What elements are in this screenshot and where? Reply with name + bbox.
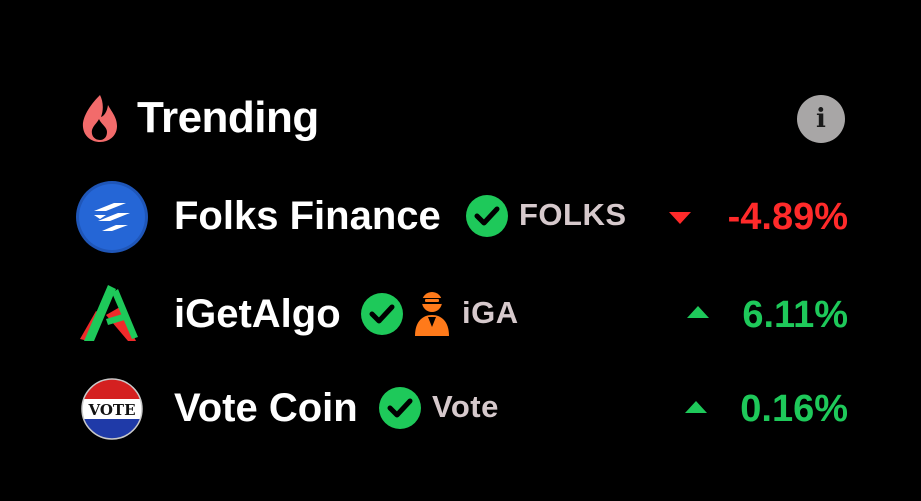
info-button[interactable]: i bbox=[797, 95, 845, 143]
vote-logo-text: VOTE bbox=[87, 401, 135, 419]
token-name: Vote Coin bbox=[174, 386, 358, 430]
verified-check-icon bbox=[361, 293, 403, 335]
trending-row-vote-coin[interactable]: VOTE Vote Coin Vote 0.16% bbox=[76, 373, 848, 445]
verified-check-icon bbox=[379, 387, 421, 429]
arrow-down-icon bbox=[669, 212, 691, 224]
vote-coin-logo: VOTE bbox=[81, 378, 143, 440]
user-avatar-icon bbox=[415, 292, 449, 336]
page-title: Trending bbox=[137, 93, 319, 142]
price-change: 6.11% bbox=[742, 294, 848, 336]
info-icon: i bbox=[816, 104, 826, 134]
token-ticker: Vote bbox=[432, 389, 499, 424]
token-name: iGetAlgo bbox=[174, 292, 341, 336]
igetalgo-logo bbox=[80, 285, 138, 341]
flame-icon bbox=[82, 95, 117, 142]
trending-header: Trending i bbox=[80, 88, 848, 148]
arrow-up-icon bbox=[685, 401, 707, 413]
folks-finance-logo bbox=[76, 181, 148, 253]
trending-row-igetalgo[interactable]: iGetAlgo iGA 6.11% bbox=[76, 279, 848, 351]
token-name: Folks Finance bbox=[174, 194, 441, 238]
price-change: -4.89% bbox=[727, 196, 848, 238]
price-change: 0.16% bbox=[740, 388, 848, 430]
token-ticker: FOLKS bbox=[519, 197, 627, 232]
token-ticker: iGA bbox=[462, 295, 519, 330]
trending-row-folks-finance[interactable]: Folks Finance FOLKS -4.89% bbox=[76, 181, 848, 253]
verified-check-icon bbox=[466, 195, 508, 237]
arrow-up-icon bbox=[687, 306, 709, 318]
